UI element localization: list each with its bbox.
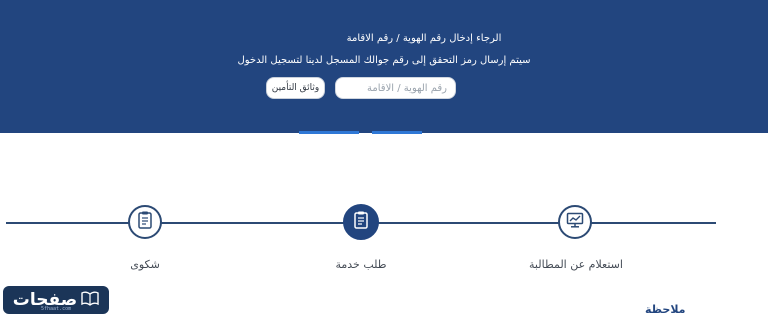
instruction-line-1: الرجاء إدخال رقم الهوية / رقم الاقامة bbox=[346, 33, 502, 44]
login-banner: الرجاء إدخال رقم الهوية / رقم الاقامة سي… bbox=[0, 0, 768, 133]
step-label-service-request: طلب خدمة bbox=[335, 258, 387, 271]
instruction-line-2: سيتم إرسال رمز التحقق إلى رقم جوالك المس… bbox=[237, 55, 531, 66]
step-complaint[interactable] bbox=[128, 205, 162, 239]
open-book-icon bbox=[81, 290, 99, 310]
notes-section-title: ملاحظة bbox=[645, 303, 686, 316]
tab-underline-hidden bbox=[372, 131, 422, 134]
step-claim-inquiry[interactable] bbox=[558, 205, 592, 239]
clipboard-document-icon bbox=[353, 210, 369, 234]
step-service-request[interactable] bbox=[343, 204, 379, 240]
site-watermark-logo: صفحات 5fhaat.com bbox=[3, 286, 109, 314]
clipboard-document-icon bbox=[137, 210, 153, 234]
watermark-logo-subtext: 5fhaat.com bbox=[41, 306, 72, 312]
monitor-chart-icon bbox=[566, 212, 584, 232]
step-label-claim-inquiry: استعلام عن المطالبة bbox=[529, 258, 623, 271]
step-label-complaint: شكوى bbox=[130, 258, 160, 271]
insurance-documents-button[interactable]: وثائق التأمين bbox=[266, 77, 325, 99]
id-number-input[interactable] bbox=[335, 77, 456, 99]
tab-underline-hidden bbox=[299, 131, 359, 134]
